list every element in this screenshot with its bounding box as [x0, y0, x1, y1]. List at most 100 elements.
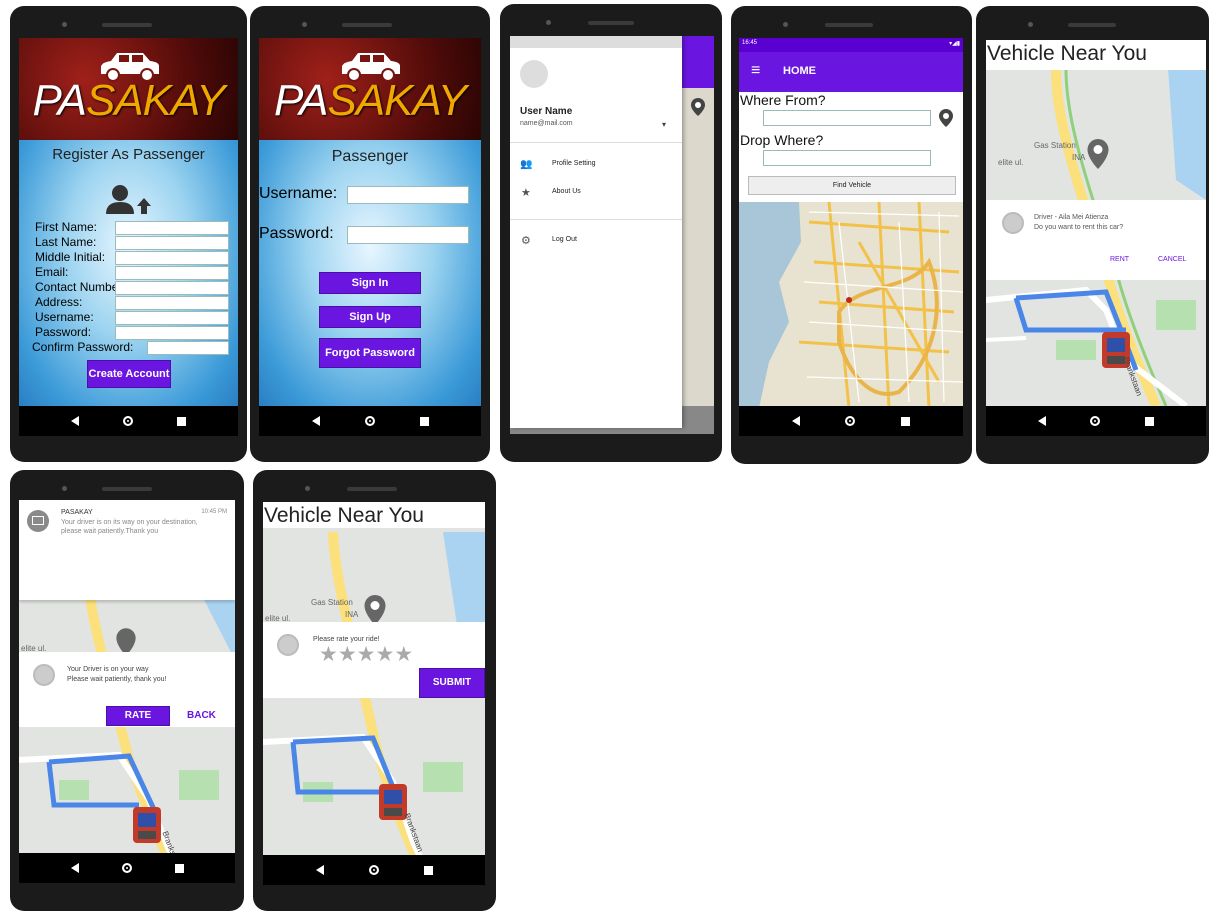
back-button[interactable]: BACK	[187, 710, 216, 721]
camera	[62, 22, 67, 27]
app-logo: PASAKAY	[32, 76, 226, 125]
home-icon[interactable]	[123, 416, 133, 426]
find-vehicle-button[interactable]: Find Vehicle	[748, 176, 956, 195]
password-label: Password:	[259, 225, 334, 242]
register-field-input[interactable]	[115, 296, 229, 310]
speaker	[347, 487, 397, 491]
cancel-button[interactable]: CANCEL	[1158, 256, 1186, 263]
star-icon: ★	[521, 187, 531, 199]
register-field-input[interactable]	[115, 326, 229, 340]
android-nav-bar	[263, 855, 485, 885]
register-field-input[interactable]	[115, 266, 229, 280]
drawer-item-profile-setting[interactable]: 👥 Profile Setting	[510, 156, 682, 178]
back-icon[interactable]	[1038, 416, 1047, 426]
home-icon[interactable]	[121, 863, 132, 873]
recents-icon[interactable]	[1144, 416, 1154, 426]
back-icon[interactable]	[71, 416, 79, 426]
android-nav-bar	[259, 406, 481, 436]
chevron-down-icon[interactable]: ▾	[662, 120, 666, 129]
drawer-user-email: name@mail.com	[520, 120, 573, 127]
camera	[62, 486, 67, 491]
map-label-gas: Gas Station	[1034, 141, 1076, 150]
speaker	[342, 23, 392, 27]
rent-question: Do you want to rent this car?	[1034, 224, 1124, 231]
brand-banner: PASAKAY	[259, 38, 481, 140]
star-icon[interactable]: ★	[375, 643, 394, 666]
star-icon[interactable]: ★	[338, 643, 357, 666]
notification-card[interactable]: PASAKAY 10:45 PM Your driver is on its w…	[19, 500, 235, 600]
header: Vehicle Near You	[986, 40, 1206, 70]
register-field-label: Contact Number:	[35, 280, 126, 294]
driver-dialog: Your Driver is on your way Please wait p…	[19, 652, 235, 727]
home-icon[interactable]	[368, 865, 379, 875]
city-map[interactable]	[739, 202, 963, 408]
register-field-input[interactable]	[115, 236, 229, 250]
submit-button[interactable]: SUBMIT	[419, 668, 485, 698]
where-from-input[interactable]	[763, 110, 931, 126]
register-field-label: Username:	[35, 310, 94, 324]
drawer-user-name: User Name	[520, 106, 573, 117]
recents-icon[interactable]	[423, 865, 433, 875]
back-icon[interactable]	[791, 416, 800, 426]
header: Vehicle Near You	[263, 502, 485, 528]
home-icon[interactable]	[364, 416, 375, 426]
brand-banner: PASAKAY	[19, 38, 238, 140]
location-pin-icon	[691, 98, 705, 116]
divider	[510, 219, 682, 220]
dialog-line-2: Please wait patiently, thank you!	[67, 676, 167, 683]
recents-icon[interactable]	[419, 416, 429, 426]
notification-time: 10:45 PM	[201, 509, 227, 515]
drop-where-input[interactable]	[763, 150, 931, 166]
notification-app-name: PASAKAY	[61, 509, 93, 516]
android-nav-bar	[19, 853, 235, 883]
register-field-input[interactable]	[115, 311, 229, 325]
notification-text: Your driver is on its way on your destin…	[61, 519, 198, 535]
speaker	[825, 23, 873, 27]
sign-up-button[interactable]: Sign Up	[319, 306, 421, 328]
register-field-input[interactable]	[115, 251, 229, 265]
rent-button[interactable]: RENT	[1110, 256, 1129, 263]
create-account-button[interactable]: Create Account	[87, 360, 171, 388]
map-label-ina: INA	[345, 610, 359, 619]
password-input[interactable]	[347, 226, 469, 244]
menu-icon[interactable]: ≡	[751, 62, 760, 80]
add-user-icon[interactable]	[104, 184, 154, 216]
register-field-input[interactable]	[115, 221, 229, 235]
car-marker-icon	[133, 807, 161, 843]
star-icon[interactable]: ★	[394, 643, 413, 666]
username-input[interactable]	[347, 186, 469, 204]
sign-in-button[interactable]: Sign In	[319, 272, 421, 294]
app-bar: ≡ HOME	[739, 52, 963, 92]
star-icon[interactable]: ★	[319, 643, 338, 666]
back-icon[interactable]	[311, 416, 320, 426]
camera	[783, 22, 788, 27]
home-icon[interactable]	[845, 416, 856, 426]
star-rating[interactable]: ★★★★★	[319, 644, 413, 666]
star-icon[interactable]: ★	[357, 643, 376, 666]
dialog-line-1: Your Driver is on your way	[67, 666, 149, 673]
drawer-item-label: Log Out	[552, 236, 577, 243]
recents-icon[interactable]	[901, 416, 911, 426]
location-pin-icon[interactable]	[1086, 138, 1110, 170]
phone-notification: elite ul. Brankstaan PASAKAY 10:45 PM Yo…	[10, 470, 244, 911]
forgot-password-button[interactable]: Forgot Password	[319, 338, 421, 368]
rate-button[interactable]: RATE	[106, 706, 170, 726]
status-icons: ▾◢▮	[949, 41, 960, 47]
back-icon[interactable]	[315, 865, 324, 875]
drawer-item-log-out[interactable]: ⚙ Log Out	[510, 232, 682, 254]
recents-icon[interactable]	[174, 863, 184, 873]
page-title: Passenger	[331, 148, 409, 165]
location-pin-icon[interactable]	[938, 109, 954, 127]
recents-icon[interactable]	[177, 416, 186, 426]
back-icon[interactable]	[70, 863, 79, 873]
register-field-label: Middle Initial:	[35, 250, 106, 264]
page-title: Register As Passenger	[52, 146, 205, 163]
register-field-input[interactable]	[115, 281, 229, 295]
avatar[interactable]	[520, 60, 548, 88]
speaker	[102, 23, 152, 27]
camera	[1028, 22, 1033, 27]
driver-name: Driver - Aila Mei Atienza	[1034, 214, 1109, 221]
home-icon[interactable]	[1090, 416, 1101, 426]
drawer-item-about-us[interactable]: ★ About Us	[510, 184, 682, 206]
register-field-input[interactable]	[147, 341, 229, 355]
